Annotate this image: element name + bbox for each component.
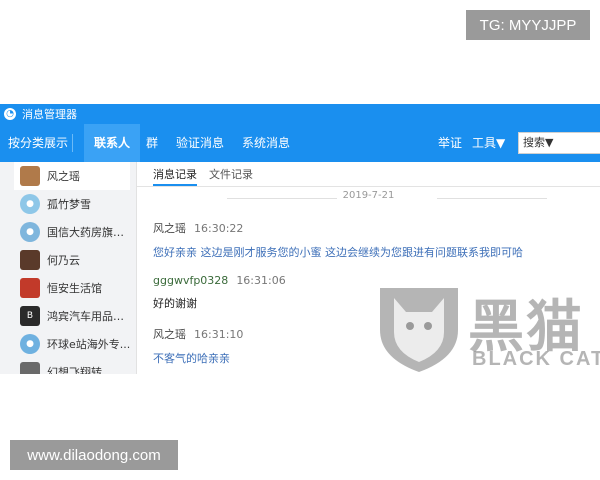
contact-item[interactable]: 恒安生活馆: [0, 274, 136, 302]
contact-name: 孤竹梦雪: [47, 198, 91, 211]
tools-menu-button[interactable]: 工具▼: [472, 124, 505, 162]
message-sender: gggwvfp0328: [153, 274, 229, 287]
tab-system-messages[interactable]: 系统消息: [242, 124, 290, 162]
avatar: ●: [20, 334, 40, 354]
contact-item[interactable]: ● 环球e站海外专...: [0, 330, 136, 358]
message-header: gggwvfp0328 16:31:06: [153, 274, 286, 287]
message-item: 风之瑶 16:31:10 不客气的哈亲亲: [153, 326, 243, 366]
tab-file-records[interactable]: 文件记录: [209, 166, 253, 184]
avatar: ●: [20, 222, 40, 242]
divider-line: [437, 198, 547, 199]
url-badge: www.dilaodong.com: [10, 440, 178, 470]
title-bar: ◔ 消息管理器: [0, 104, 600, 124]
contact-name: 风之瑶: [47, 170, 80, 183]
avatar: [20, 278, 40, 298]
message-date: 2019-7-21: [342, 190, 395, 201]
avatar: [20, 362, 40, 374]
avatar: B: [20, 306, 40, 326]
classify-view-button[interactable]: 按分类展示: [8, 124, 68, 162]
message-sender: 风之瑶: [153, 328, 186, 341]
contact-name: 何乃云: [47, 254, 80, 267]
message-body: 您好亲亲 这边是刚才服务您的小蜜 这边会继续为您跟进有问题联系我即可哈: [153, 246, 523, 259]
date-divider: 2019-7-21: [137, 190, 600, 206]
cert-button[interactable]: 举证: [438, 124, 462, 162]
tab-message-records[interactable]: 消息记录: [153, 166, 197, 186]
toolbar: 按分类展示 联系人 群 验证消息 系统消息 举证 工具▼ 搜索▼: [0, 124, 600, 162]
tab-groups[interactable]: 群: [146, 124, 158, 162]
contact-list: 风之瑶 ● 孤竹梦雪 ● 国信大药房旗舰... 何乃云 恒安生活馆 B 鸿宾汽车…: [0, 162, 137, 374]
tab-contacts[interactable]: 联系人: [84, 124, 141, 162]
avatar: ●: [20, 194, 40, 214]
message-panel: 消息记录 文件记录 2019-7-21 风之瑶 16:30:22 您好亲亲 这边是…: [137, 162, 600, 374]
window-title: 消息管理器: [22, 108, 77, 121]
message-sender: 风之瑶: [153, 222, 186, 235]
contact-name: 国信大药房旗舰...: [47, 226, 131, 239]
contact-name: 恒安生活馆: [47, 282, 102, 295]
contact-item[interactable]: ● 国信大药房旗舰...: [0, 218, 136, 246]
message-time: 16:31:06: [236, 274, 286, 287]
contact-item[interactable]: 幻想飞翔转: [0, 358, 136, 374]
contact-name: 鸿宾汽车用品专...: [47, 310, 131, 323]
contact-item[interactable]: 何乃云: [0, 246, 136, 274]
contact-item[interactable]: 风之瑶: [14, 162, 130, 190]
message-item: 风之瑶 16:30:22 您好亲亲 这边是刚才服务您的小蜜 这边会继续为您跟进有问…: [153, 220, 523, 260]
tg-badge: TG: MYYJJPP: [466, 10, 590, 40]
toolbar-divider: [72, 134, 73, 152]
message-time: 16:30:22: [194, 222, 244, 235]
message-manager-window: ◔ 消息管理器 按分类展示 联系人 群 验证消息 系统消息 举证 工具▼ 搜索▼…: [0, 104, 600, 374]
message-body: 好的谢谢: [153, 297, 197, 310]
contact-name: 幻想飞翔转: [47, 366, 102, 374]
message-item: gggwvfp0328 16:31:06 好的谢谢: [153, 274, 286, 311]
app-logo-icon: ◔: [4, 108, 16, 120]
contact-item[interactable]: B 鸿宾汽车用品专...: [0, 302, 136, 330]
record-tabs: 消息记录 文件记录: [137, 162, 600, 187]
avatar: [20, 166, 40, 186]
search-dropdown[interactable]: 搜索▼: [518, 132, 600, 154]
message-header: 风之瑶 16:31:10: [153, 326, 243, 342]
message-time: 16:31:10: [194, 328, 244, 341]
message-header: 风之瑶 16:30:22: [153, 220, 523, 236]
message-body: 不客气的哈亲亲: [153, 352, 230, 365]
contact-item[interactable]: ● 孤竹梦雪: [0, 190, 136, 218]
avatar: [20, 250, 40, 270]
contact-name: 环球e站海外专...: [47, 338, 131, 351]
tab-verification[interactable]: 验证消息: [176, 124, 224, 162]
divider-line: [227, 198, 337, 199]
